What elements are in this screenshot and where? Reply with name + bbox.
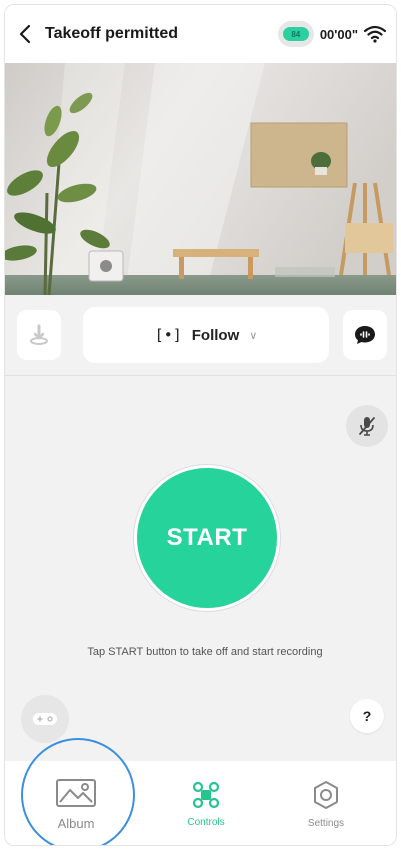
app-screen: Takeoff permitted 84 00'00" [•] Follow ∨… <box>4 4 397 846</box>
drone-icon <box>192 781 220 808</box>
gamepad-icon <box>33 713 57 725</box>
page-title: Takeoff permitted <box>45 25 179 42</box>
wifi-icon <box>364 25 386 43</box>
start-hint-text: Tap START button to take off and start r… <box>87 646 323 658</box>
landing-button[interactable] <box>17 310 61 360</box>
hexagon-settings-icon <box>314 780 338 809</box>
tab-controls-label: Controls <box>187 816 225 828</box>
gamepad-button[interactable] <box>21 695 69 743</box>
tab-settings-label: Settings <box>307 817 345 829</box>
start-button[interactable]: START <box>134 465 280 611</box>
flight-timer: 00'00" <box>319 26 358 42</box>
battery-indicator: 84 <box>277 21 314 47</box>
follow-mode-icon: [•] <box>154 326 182 344</box>
bottom-tab-bar: Album Controls Settings <box>5 761 396 845</box>
battery-level: 84 <box>282 27 309 41</box>
chevron-down-icon: ∨ <box>249 329 258 342</box>
start-label: START <box>166 524 248 551</box>
mode-control-row: [•] Follow ∨ <box>5 301 396 369</box>
follow-mode-label: Follow <box>191 326 240 344</box>
tab-album-label: Album <box>57 815 95 831</box>
back-chevron-icon <box>19 24 31 44</box>
tab-album[interactable]: Album <box>11 761 141 845</box>
mic-off-icon <box>359 417 375 436</box>
mute-microphone-button[interactable] <box>346 405 388 447</box>
image-icon <box>56 778 96 807</box>
help-button[interactable]: ? <box>350 699 384 733</box>
voice-bubble-icon <box>355 326 375 344</box>
back-button[interactable] <box>5 5 45 63</box>
room-scene-image <box>5 63 396 295</box>
tab-controls[interactable]: Controls <box>141 761 271 845</box>
camera-preview[interactable] <box>5 63 396 295</box>
voice-control-button[interactable] <box>343 310 387 360</box>
landing-icon <box>30 324 48 345</box>
tab-settings[interactable]: Settings <box>261 761 391 845</box>
follow-mode-selector[interactable]: [•] Follow ∨ <box>83 307 329 363</box>
status-area: 84 00'00" <box>277 5 386 63</box>
top-bar: Takeoff permitted 84 00'00" <box>5 5 396 63</box>
section-divider <box>5 375 396 376</box>
